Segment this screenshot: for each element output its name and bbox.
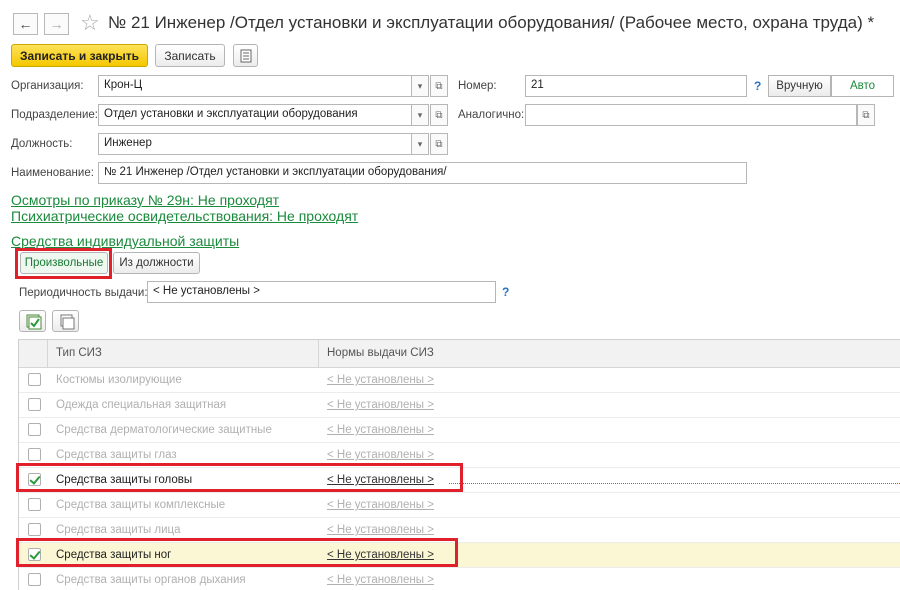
save-button[interactable]: Записать bbox=[155, 44, 225, 67]
number-mode-manual-button[interactable]: Вручную bbox=[768, 75, 831, 97]
highlight-foot-protection-row bbox=[16, 538, 458, 567]
row-checkbox[interactable] bbox=[28, 573, 41, 586]
row-norm-link[interactable]: < Не установлены > bbox=[327, 574, 434, 586]
similar-open-button[interactable]: ⧉ bbox=[857, 104, 875, 126]
row-type: Средства защиты комплексные bbox=[56, 499, 226, 511]
number-field[interactable]: 21 bbox=[525, 75, 747, 97]
report-menu-button[interactable] bbox=[233, 44, 258, 67]
table-row[interactable]: Одежда специальная защитная < Не установ… bbox=[19, 393, 900, 418]
arrow-left-icon: ← bbox=[18, 16, 33, 32]
org-field[interactable]: Крон-Ц bbox=[98, 75, 412, 97]
row-norm-link[interactable]: < Не установлены > bbox=[327, 399, 434, 411]
check-all-button[interactable] bbox=[19, 310, 46, 332]
row-norm-link[interactable]: < Не установлены > bbox=[327, 449, 434, 461]
exams-link[interactable]: Осмотры по приказу № 29н: Не проходят bbox=[11, 192, 279, 208]
org-open-button[interactable]: ⧉ bbox=[430, 75, 448, 97]
col-header-norms[interactable]: Нормы выдачи СИЗ bbox=[327, 347, 434, 359]
dept-dropdown-button[interactable]: ▾ bbox=[412, 104, 429, 126]
row-checkbox[interactable] bbox=[28, 423, 41, 436]
highlight-head-protection-row bbox=[16, 463, 463, 492]
row-type: Средства дерматологические защитные bbox=[56, 424, 272, 436]
dept-field[interactable]: Отдел установки и эксплуатации оборудова… bbox=[98, 104, 412, 126]
number-help-icon[interactable]: ? bbox=[754, 79, 761, 93]
row-norm-link[interactable]: < Не установлены > bbox=[327, 499, 434, 511]
period-label: Периодичность выдачи: bbox=[19, 287, 148, 299]
siz-section-title[interactable]: Средства индивидуальной защиты bbox=[11, 233, 239, 249]
row-norm-link[interactable]: < Не установлены > bbox=[327, 524, 434, 536]
chevron-down-icon: ▾ bbox=[417, 80, 423, 91]
table-row[interactable]: Средства защиты органов дыхания < Не уст… bbox=[19, 568, 900, 590]
tab-from-position[interactable]: Из должности bbox=[113, 252, 200, 274]
dept-open-button[interactable]: ⧉ bbox=[430, 104, 448, 126]
table-row[interactable]: Средства защиты комплексные < Не установ… bbox=[19, 493, 900, 518]
row-norm-link[interactable]: < Не установлены > bbox=[327, 424, 434, 436]
highlight-tab bbox=[15, 248, 112, 279]
name-label: Наименование: bbox=[11, 167, 94, 179]
open-window-icon: ⧉ bbox=[435, 109, 443, 121]
save-and-close-button[interactable]: Записать и закрыть bbox=[11, 44, 148, 67]
row-type: Средства защиты органов дыхания bbox=[56, 574, 246, 586]
similar-field[interactable] bbox=[525, 104, 857, 126]
check-all-icon bbox=[26, 314, 42, 330]
row-type: Средства защиты лица bbox=[56, 524, 181, 536]
dept-label: Подразделение: bbox=[11, 109, 98, 121]
open-window-icon: ⧉ bbox=[435, 80, 443, 92]
number-label: Номер: bbox=[458, 80, 497, 92]
favorite-star-icon[interactable]: ☆ bbox=[80, 10, 100, 36]
chevron-down-icon: ▾ bbox=[417, 138, 423, 149]
arrow-right-icon: → bbox=[49, 16, 64, 32]
row-checkbox[interactable] bbox=[28, 398, 41, 411]
uncheck-all-button[interactable] bbox=[52, 310, 79, 332]
period-field[interactable]: < Не установлены > bbox=[147, 281, 496, 303]
table-header: Тип СИЗ Нормы выдачи СИЗ bbox=[19, 340, 900, 368]
chevron-down-icon: ▾ bbox=[417, 109, 423, 120]
period-help-icon[interactable]: ? bbox=[502, 285, 509, 299]
row-checkbox[interactable] bbox=[28, 448, 41, 461]
table-row[interactable]: Средства дерматологические защитные < Не… bbox=[19, 418, 900, 443]
org-label: Организация: bbox=[11, 80, 84, 92]
row-type: Средства защиты глаз bbox=[56, 449, 177, 461]
back-button[interactable]: ← bbox=[13, 13, 38, 35]
row-type: Костюмы изолирующие bbox=[56, 374, 182, 386]
position-field[interactable]: Инженер bbox=[98, 133, 412, 155]
open-window-icon: ⧉ bbox=[435, 138, 443, 150]
uncheck-all-icon bbox=[60, 314, 75, 330]
psych-exams-link[interactable]: Психиатрические освидетельствования: Не … bbox=[11, 208, 358, 224]
position-label: Должность: bbox=[11, 138, 73, 150]
row-checkbox[interactable] bbox=[28, 523, 41, 536]
window-title: № 21 Инженер /Отдел установки и эксплуат… bbox=[108, 13, 875, 32]
row-checkbox[interactable] bbox=[28, 498, 41, 511]
org-dropdown-button[interactable]: ▾ bbox=[412, 75, 429, 97]
open-window-icon: ⧉ bbox=[862, 109, 870, 121]
position-dropdown-button[interactable]: ▾ bbox=[412, 133, 429, 155]
col-header-type[interactable]: Тип СИЗ bbox=[56, 347, 102, 359]
row-type: Одежда специальная защитная bbox=[56, 399, 227, 411]
row-norm-link[interactable]: < Не установлены > bbox=[327, 374, 434, 386]
document-list-icon bbox=[240, 49, 251, 62]
position-open-button[interactable]: ⧉ bbox=[430, 133, 448, 155]
similar-label: Аналогично: bbox=[458, 109, 525, 121]
name-field[interactable]: № 21 Инженер /Отдел установки и эксплуат… bbox=[98, 162, 747, 184]
number-mode-auto-button[interactable]: Авто bbox=[831, 75, 894, 97]
table-row[interactable]: Костюмы изолирующие < Не установлены > bbox=[19, 368, 900, 393]
row-checkbox[interactable] bbox=[28, 373, 41, 386]
forward-button[interactable]: → bbox=[44, 13, 69, 35]
